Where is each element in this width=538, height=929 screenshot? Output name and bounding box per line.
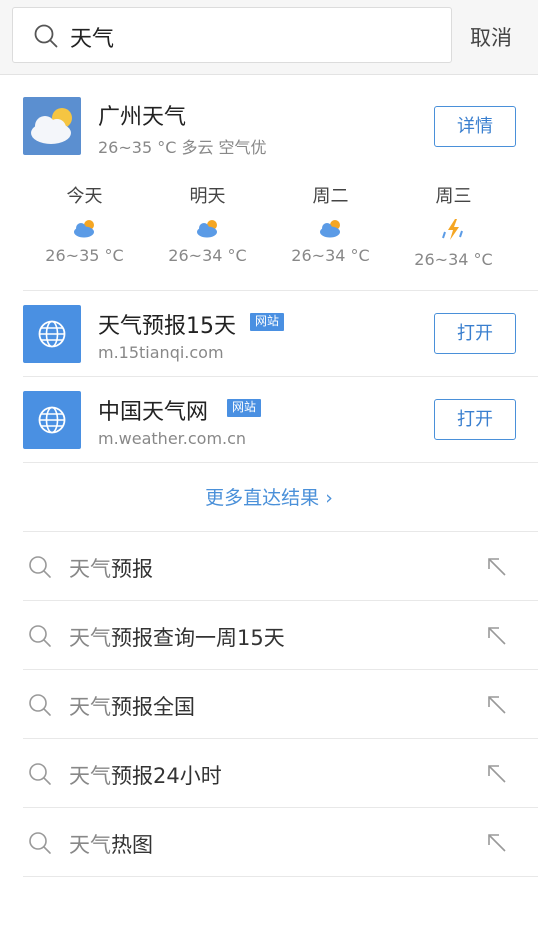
forecast-day-label: 明天 <box>189 186 226 207</box>
search-input[interactable]: 天气 <box>12 7 452 63</box>
thunder-rain-icon <box>441 219 463 240</box>
site-result[interactable]: 天气预报15天 网站 m.15tianqi.com 打开 <box>0 291 538 377</box>
cloud-sun-icon <box>319 220 340 238</box>
search-icon <box>29 556 51 578</box>
forecast-day: 明天 26~34 °C <box>146 182 269 265</box>
cloud-sun-icon <box>23 97 81 155</box>
weather-card[interactable]: 广州天气 26~35 °C 多云 空气优 详情 今天 26~35 °C 明天 2… <box>0 75 538 291</box>
divider <box>23 462 538 463</box>
fill-query-arrow-icon[interactable] <box>486 556 508 578</box>
search-icon <box>29 832 51 854</box>
cloud-sun-icon <box>196 220 217 238</box>
site-tag: 网站 <box>250 313 285 331</box>
divider <box>23 876 538 877</box>
search-icon <box>29 694 51 716</box>
open-button[interactable]: 打开 <box>434 399 516 440</box>
forecast-day: 今天 26~35 °C <box>23 182 146 265</box>
cancel-button[interactable]: 取消 <box>470 22 512 52</box>
suggestion-item[interactable]: 天气预报24小时 <box>0 739 538 808</box>
suggestion-item[interactable]: 天气预报全国 <box>0 670 538 739</box>
suggestion-text: 天气预报查询一周15天 <box>69 626 285 650</box>
forecast-temp: 26~34 °C <box>291 246 370 265</box>
more-results-link[interactable]: 更多直达结果 › <box>0 483 538 510</box>
globe-icon <box>23 391 81 449</box>
forecast-temp: 26~34 °C <box>414 250 493 269</box>
site-result[interactable]: 中国天气网 网站 m.weather.com.cn 打开 <box>0 377 538 463</box>
suggestion-item[interactable]: 天气热图 <box>0 808 538 877</box>
suggestion-item[interactable]: 天气预报查询一周15天 <box>0 601 538 670</box>
search-bar: 天气 取消 <box>0 0 538 75</box>
fill-query-arrow-icon[interactable] <box>486 694 508 716</box>
suggestion-item[interactable]: 天气预报 <box>0 532 538 601</box>
weather-title: 广州天气 <box>98 105 187 130</box>
forecast-day-label: 周二 <box>312 186 349 207</box>
suggestion-text: 天气预报24小时 <box>69 764 222 788</box>
fill-query-arrow-icon[interactable] <box>486 763 508 785</box>
forecast-temp: 26~34 °C <box>168 246 247 265</box>
site-name: 中国天气网 <box>98 400 209 425</box>
search-icon <box>29 625 51 647</box>
fill-query-arrow-icon[interactable] <box>486 625 508 647</box>
search-icon <box>29 763 51 785</box>
forecast-day: 周二 26~34 °C <box>269 182 392 265</box>
open-button[interactable]: 打开 <box>434 313 516 354</box>
search-icon <box>34 24 58 48</box>
fill-query-arrow-icon[interactable] <box>486 832 508 854</box>
suggestion-text: 天气预报全国 <box>69 695 195 719</box>
forecast-day-label: 周三 <box>435 186 472 207</box>
forecast-day-label: 今天 <box>66 186 103 207</box>
detail-button[interactable]: 详情 <box>434 106 516 147</box>
forecast-day: 周三 26~34 °C <box>392 182 515 269</box>
search-query: 天气 <box>70 27 115 52</box>
globe-icon <box>23 305 81 363</box>
suggestion-text: 天气预报 <box>69 557 153 581</box>
site-url: m.weather.com.cn <box>98 429 247 448</box>
suggestion-text: 天气热图 <box>69 833 153 857</box>
forecast-temp: 26~35 °C <box>45 246 124 265</box>
site-tag: 网站 <box>227 399 262 417</box>
weather-summary: 26~35 °C 多云 空气优 <box>98 138 267 157</box>
site-url: m.15tianqi.com <box>98 343 224 362</box>
cloud-sun-icon <box>73 220 94 238</box>
site-name: 天气预报15天 <box>98 314 236 339</box>
